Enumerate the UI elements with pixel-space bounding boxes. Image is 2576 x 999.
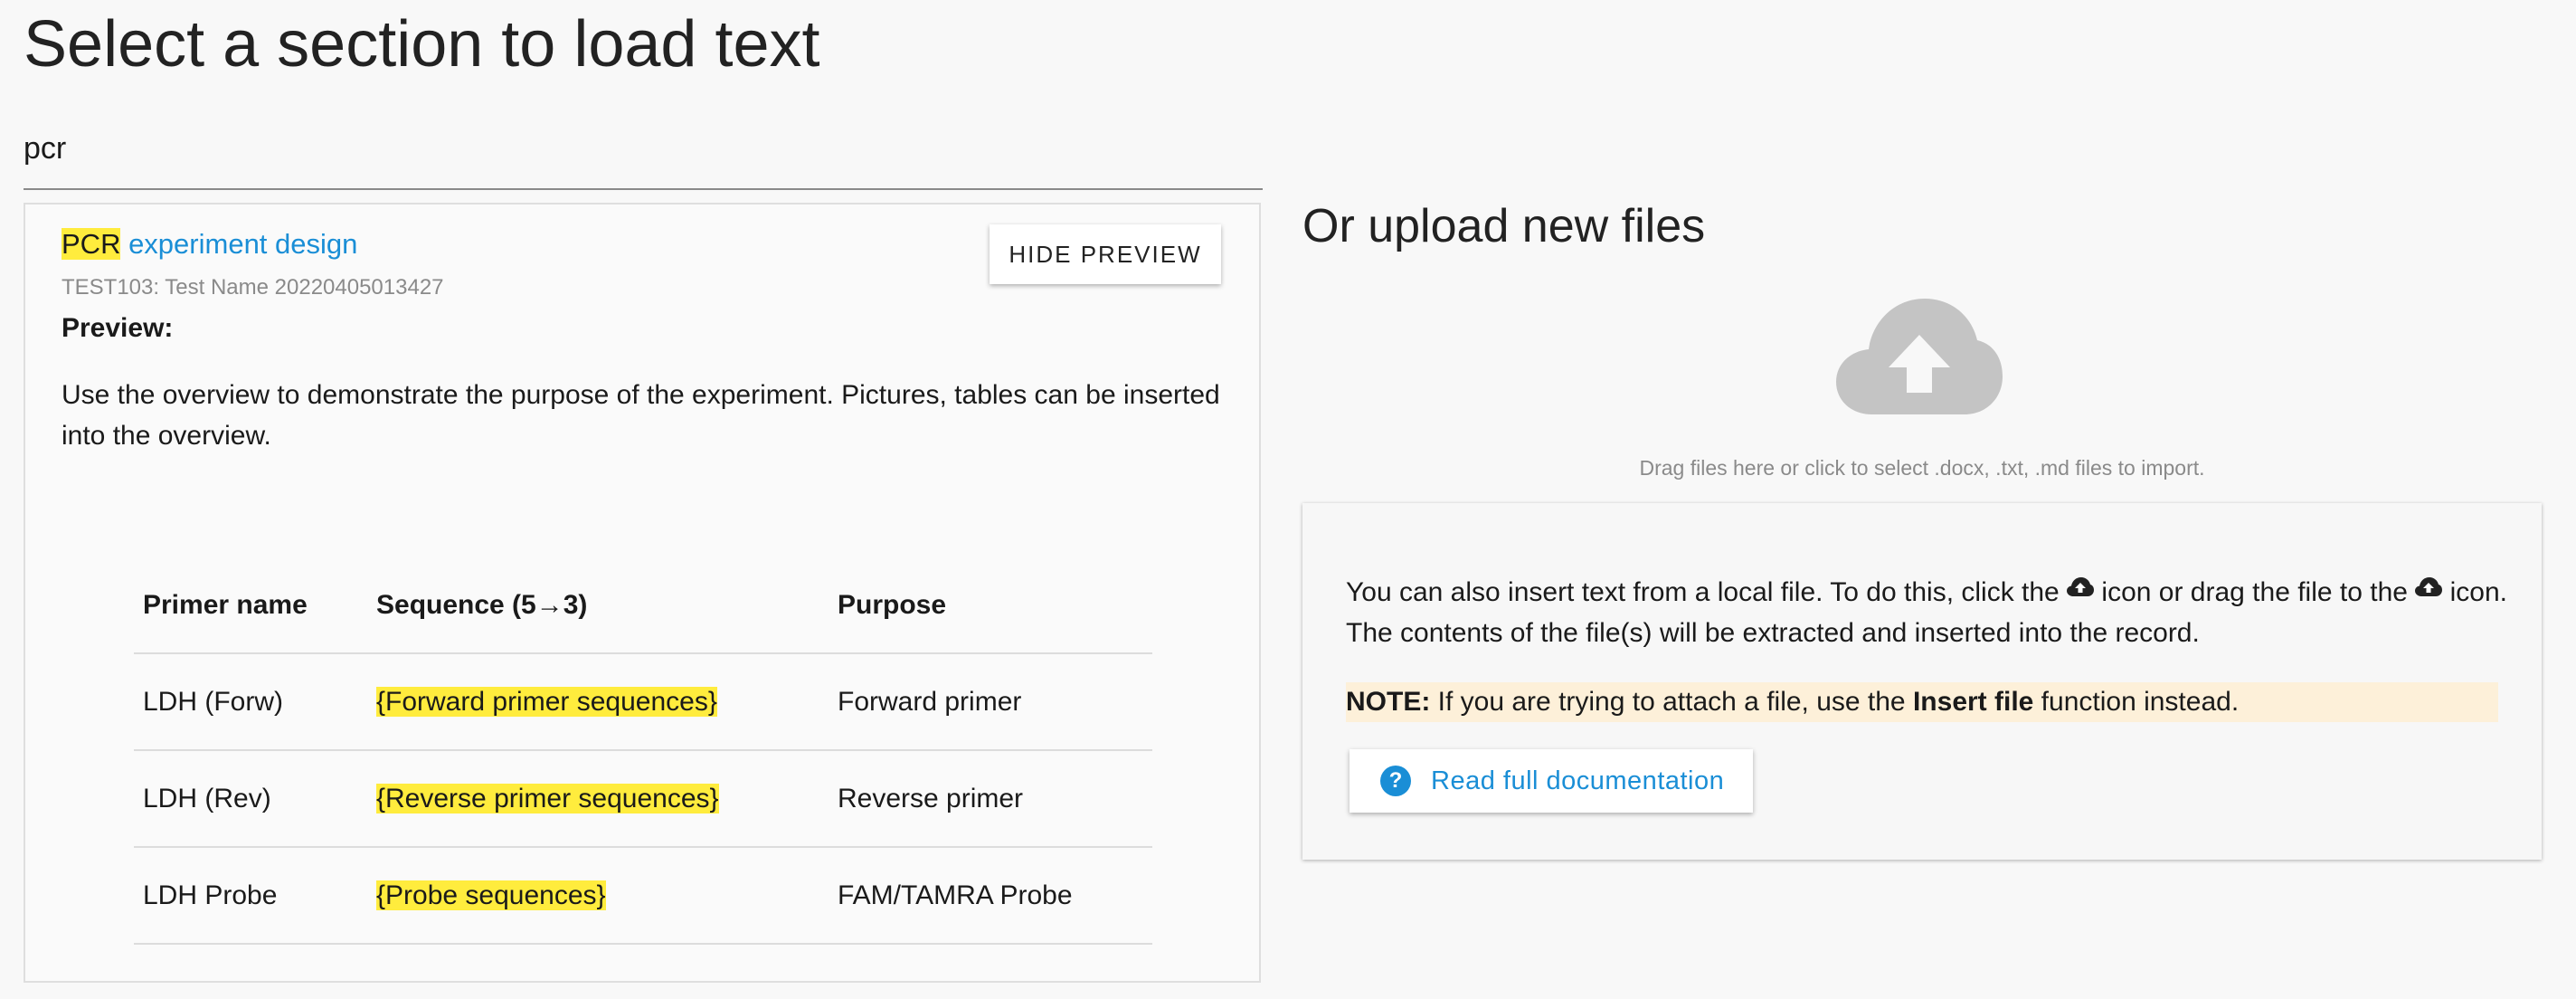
search-match-highlight: PCR [62,228,121,260]
info-text: You can also insert text from a local fi… [1346,572,2513,653]
preview-text: Use the overview to demonstrate the purp… [62,380,1220,451]
result-title-link[interactable]: PCR experiment design [62,228,357,261]
cloud-upload-icon [2415,577,2443,596]
help-icon: ? [1380,766,1411,796]
read-documentation-label: Read full documentation [1431,766,1725,795]
note-text: function instead. [2033,687,2240,717]
table-cell: LDH (Rev) [134,750,367,848]
primer-table: Primer name Sequence (5→3) Purpose LDH (… [134,557,1152,945]
note-banner: NOTE: If you are trying to attach a file… [1346,682,2498,722]
table-cell: {Reverse primer sequences} [367,750,829,848]
search-field[interactable] [24,116,1263,190]
cloud-upload-icon [2067,577,2095,596]
placeholder-highlight: {Probe sequences} [376,880,606,910]
table-row: LDH (Rev) {Reverse primer sequences} Rev… [134,750,1152,848]
column-header: Primer name [134,557,367,654]
column-header: Purpose [829,557,1152,654]
preview-label: Preview: [62,313,174,343]
table-cell: LDH (Forw) [134,653,367,751]
table-cell: FAM/TAMRA Probe [829,847,1152,945]
table-cell: LDH Probe [134,847,367,945]
placeholder-highlight: {Reverse primer sequences} [376,783,719,813]
info-card: You can also insert text from a local fi… [1302,503,2542,860]
read-documentation-button[interactable]: ? Read full documentation [1350,749,1753,813]
table-cell: Forward primer [829,653,1152,751]
dropzone-hint: Drag files here or click to select .docx… [1639,456,2205,480]
note-insert-file: Insert file [1912,687,2034,717]
info-text-part: You can also insert text from a local fi… [1346,577,2068,607]
search-input[interactable] [24,123,1263,174]
result-title-text: experiment design [120,228,358,260]
page-title: Select a section to load text [24,8,820,81]
placeholder-highlight: {Forward primer sequences} [376,686,717,717]
table-cell: Reverse primer [829,750,1152,848]
info-text-part: icon or drag the file to the [2094,577,2416,607]
hide-preview-button[interactable]: HIDE PREVIEW [990,224,1221,284]
column-header: Sequence (5→3) [367,557,829,654]
table-cell: {Forward primer sequences} [367,653,829,751]
file-dropzone[interactable]: Drag files here or click to select .docx… [1302,271,2542,489]
note-text: If you are trying to attach a file, use … [1430,687,1913,717]
table-row: LDH Probe {Probe sequences} FAM/TAMRA Pr… [134,847,1152,945]
table-header-row: Primer name Sequence (5→3) Purpose [134,557,1152,654]
upload-title: Or upload new files [1302,200,1706,252]
note-label: NOTE: [1346,687,1431,717]
table-cell: {Probe sequences} [367,847,829,945]
cloud-upload-icon[interactable] [1836,299,2003,416]
section-result-card[interactable]: PCR experiment design TEST103: Test Name… [24,203,1261,983]
table-row: LDH (Forw) {Forward primer sequences} Fo… [134,653,1152,751]
result-record-name: TEST103: Test Name 20220405013427 [62,275,444,300]
